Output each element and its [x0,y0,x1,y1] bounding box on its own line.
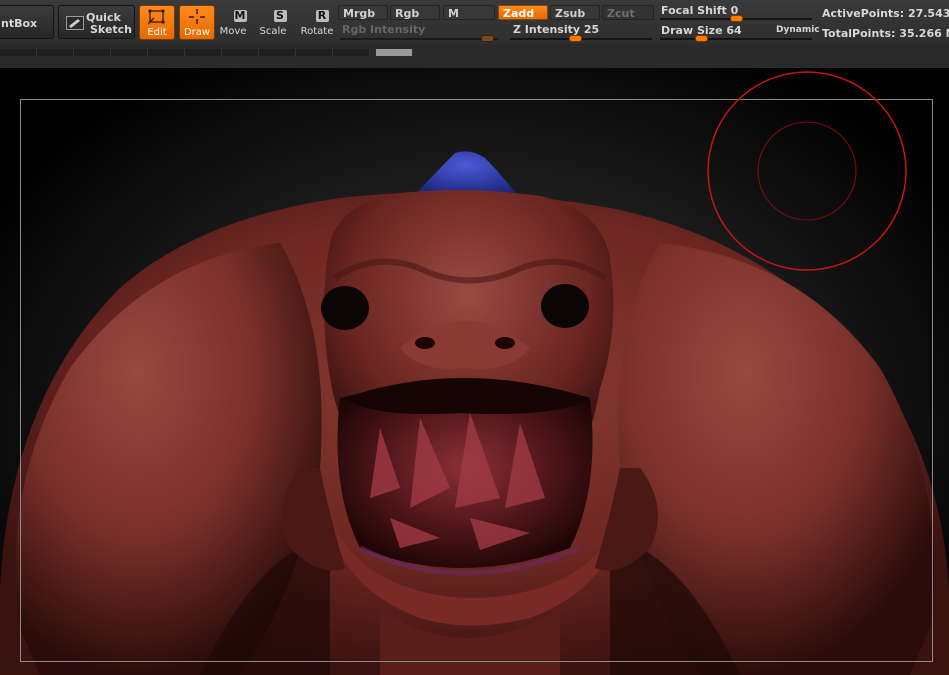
edit-button[interactable]: Edit [139,5,175,40]
quick-sketch-icon [66,16,84,30]
strip-tab[interactable] [74,49,111,56]
total-points-readout: TotalPoints: 35.266 M [822,27,949,40]
sculpt-viewport[interactable] [0,68,949,675]
scale-key: S [273,10,287,22]
move-label: Move [219,26,247,37]
zadd-button[interactable]: Zadd [498,5,548,20]
strip-tab[interactable] [111,49,148,56]
draw-size-track[interactable] [660,38,812,40]
edit-icon [148,9,165,25]
scale-label: Scale [259,26,287,37]
quick-sketch-button[interactable]: Quick Sketch [58,5,135,39]
draw-icon [189,9,205,24]
quick-sketch-label-2: Sketch [90,23,133,36]
active-points-readout: ActivePoints: 27.543 [822,7,949,20]
mrgb-button[interactable]: Mrgb [338,5,388,20]
brush-cursor-icon [707,71,907,271]
focal-shift-label: Focal Shift 0 [661,4,739,17]
strip-tab[interactable] [0,49,37,56]
rotate-icon: R [300,9,334,22]
edit-label: Edit [147,27,167,38]
top-toolbar: ntBox Quick Sketch Edit Draw M Move S Sc… [0,0,949,44]
strip-tab[interactable] [148,49,185,56]
rgb-intensity-track[interactable] [340,38,498,40]
move-button[interactable]: M Move [219,5,251,40]
draw-label: Draw [183,27,211,38]
rotate-button[interactable]: R Rotate [300,5,334,40]
move-key: M [233,9,247,22]
rotate-label: Rotate [300,26,334,37]
rgb-intensity-knob[interactable] [481,35,494,42]
focal-shift-knob[interactable] [730,15,743,22]
strip-tab[interactable] [259,49,296,56]
scale-button[interactable]: S Scale [259,5,291,40]
strip-tab[interactable] [185,49,222,56]
dynamic-button[interactable]: Dynamic [776,25,820,35]
tool-strip [0,44,949,68]
move-icon: M [219,9,251,22]
strip-tab[interactable] [37,49,74,56]
zsub-button[interactable]: Zsub [550,5,600,20]
strip-tab[interactable] [333,49,370,56]
lightbox-label: ntBox [1,17,38,30]
z-intensity-label: Z Intensity 25 [513,23,600,36]
strip-tab-active[interactable] [376,49,413,56]
draw-button[interactable]: Draw [179,5,215,40]
rgb-intensity-label: Rgb Intensity [342,23,426,36]
draw-size-knob[interactable] [695,35,708,42]
zcut-button[interactable]: Zcut [602,5,654,20]
scale-icon: S [259,9,291,22]
z-intensity-knob[interactable] [569,35,582,42]
lightbox-button[interactable]: ntBox [0,5,54,39]
rotate-key: R [315,10,329,22]
m-button[interactable]: M [443,5,495,20]
strip-tab[interactable] [296,49,333,56]
rgb-button[interactable]: Rgb [390,5,440,20]
strip-tab[interactable] [222,49,259,56]
